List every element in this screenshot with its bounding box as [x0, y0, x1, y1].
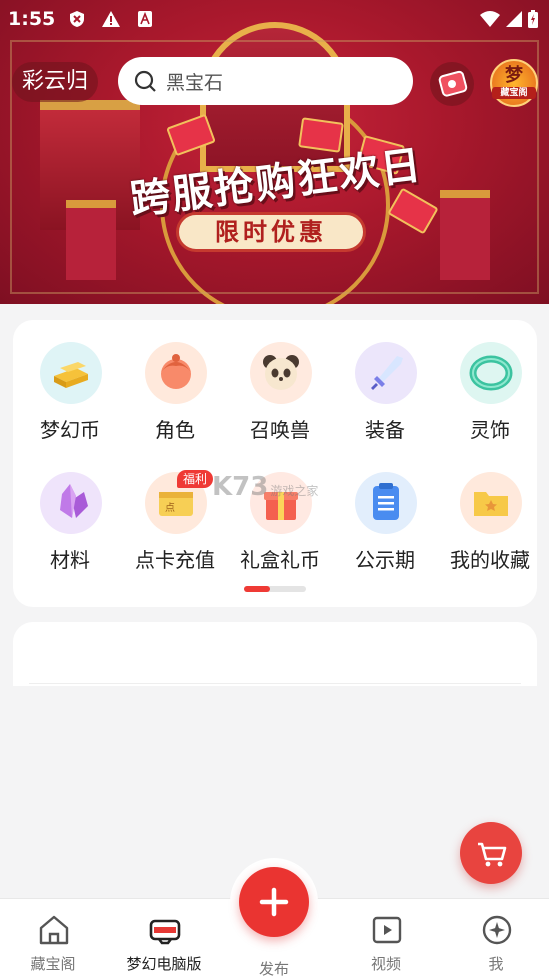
banner-subtitle: 限时优惠: [176, 212, 366, 252]
search-icon: [134, 70, 156, 92]
tab-pc-version[interactable]: 梦幻电脑版: [114, 899, 214, 979]
watermark: K73 游戏之家: [212, 472, 318, 502]
search-placeholder: 黑宝石: [166, 72, 224, 94]
category-item[interactable]: 角色: [125, 342, 225, 452]
crystal-icon: [40, 472, 102, 534]
svg-text:点: 点: [165, 502, 175, 514]
gold-bars-icon: [40, 342, 102, 404]
tab-label: 我: [488, 955, 504, 973]
panda-icon: [250, 342, 312, 404]
category-label: 灵饰: [470, 418, 510, 442]
tab-label: 梦幻电脑版: [126, 955, 202, 973]
app-logo[interactable]: 梦 藏宝阁: [490, 59, 538, 107]
video-icon: [372, 916, 402, 944]
jade-bracelet-icon: [460, 342, 522, 404]
content-panel: [13, 622, 537, 686]
top-bar: 彩云归 黑宝石 梦 藏宝阁: [0, 56, 549, 108]
category-item[interactable]: 材料: [20, 472, 120, 582]
watermark-subtext: 游戏之家: [270, 484, 319, 498]
category-item[interactable]: 召唤兽: [230, 342, 330, 452]
message-icon: [438, 70, 468, 97]
character-icon: [145, 342, 207, 404]
divider: [29, 683, 521, 684]
page-indicator-active: [244, 586, 270, 592]
cart-icon: [478, 842, 507, 867]
category-label: 召唤兽: [250, 418, 310, 442]
promo-banner[interactable]: 跨服抢购狂欢日 限时优惠: [0, 0, 549, 304]
message-button[interactable]: [430, 62, 474, 106]
watermark-text: K73: [212, 472, 269, 502]
category-label: 我的收藏: [450, 548, 530, 572]
publish-label: 发布: [258, 960, 289, 978]
tab-me[interactable]: 我: [446, 899, 546, 979]
tab-label: 藏宝阁: [30, 955, 76, 973]
category-item[interactable]: 灵饰: [440, 342, 540, 452]
category-item[interactable]: 我的收藏: [440, 472, 540, 582]
category-item[interactable]: 梦幻币: [20, 342, 120, 452]
category-label: 礼盒礼币: [240, 548, 320, 572]
tab-video[interactable]: 视频: [336, 899, 436, 979]
shield-x-icon: [68, 10, 86, 28]
warning-icon: [101, 10, 120, 28]
search-input[interactable]: 黑宝石: [118, 57, 413, 105]
status-bar: 1:55: [0, 0, 549, 38]
signal-icon: [506, 11, 522, 27]
cart-button[interactable]: [460, 822, 522, 884]
wifi-icon: [480, 11, 500, 27]
status-indicators: [479, 9, 539, 29]
tab-label: 视频: [370, 955, 401, 973]
category-label: 梦幻币: [40, 418, 100, 442]
tab-home[interactable]: 藏宝阁: [3, 899, 103, 979]
star-folder-icon: [460, 472, 522, 534]
publish-button[interactable]: [239, 867, 309, 937]
app-notification-icon: [136, 10, 154, 28]
clipboard-icon: [355, 472, 417, 534]
logo-subtext: 藏宝阁: [492, 87, 536, 99]
category-item[interactable]: 公示期: [335, 472, 435, 582]
category-label: 公示期: [355, 548, 415, 572]
home-icon: [39, 915, 69, 945]
city-selector[interactable]: 彩云归: [12, 62, 99, 102]
compass-profile-icon: [482, 915, 512, 945]
category-grid: 梦幻币 角色 召唤兽 装备 灵饰 材料 点 福利 点卡充值 礼盒礼币 公示期 我…: [13, 320, 537, 607]
category-label: 装备: [365, 418, 405, 442]
category-label: 材料: [50, 548, 90, 572]
status-time: 1:55: [8, 8, 56, 30]
gamepad-icon: [149, 919, 181, 945]
welfare-badge: 福利: [177, 470, 214, 488]
category-item[interactable]: 装备: [335, 342, 435, 452]
category-label: 角色: [155, 418, 195, 442]
sword-icon: [355, 342, 417, 404]
battery-icon: [528, 10, 538, 28]
logo-text: 梦: [505, 65, 523, 86]
category-item[interactable]: 点 福利 点卡充值: [125, 470, 225, 582]
plus-icon: [259, 887, 289, 917]
category-label: 点卡充值: [135, 548, 215, 572]
page-indicator: [244, 586, 306, 592]
